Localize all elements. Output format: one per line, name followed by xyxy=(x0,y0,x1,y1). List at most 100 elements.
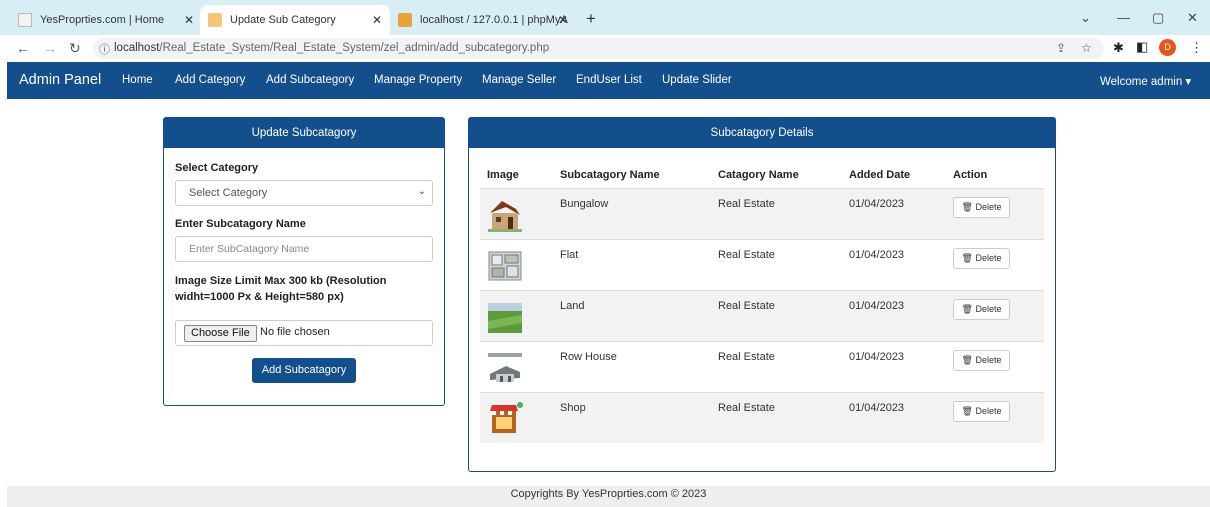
browser-tab-title: YesProprties.com | Home xyxy=(40,14,165,26)
category-name-cell: Real Estate xyxy=(718,198,775,210)
site-favicon-icon xyxy=(18,13,32,27)
no-file-text: No file chosen xyxy=(260,326,330,338)
category-label: Select Category xyxy=(175,162,259,174)
delete-button[interactable]: 🗑 Delete xyxy=(953,350,1010,371)
nav-manage-property[interactable]: Manage Property xyxy=(374,74,462,86)
flat-thumbnail xyxy=(488,251,522,281)
added-date-cell: 01/04/2023 xyxy=(849,300,905,312)
subcategory-name-cell: Shop xyxy=(560,402,586,414)
delete-label: Delete xyxy=(975,406,1002,416)
table-row: Land Real Estate 01/04/2023 🗑 Delete xyxy=(480,290,1044,341)
tab-search-chevron-icon[interactable]: ⌄ xyxy=(1080,10,1091,26)
table-row: Row House Real Estate 01/04/2023 🗑 Delet… xyxy=(480,341,1044,392)
reload-icon[interactable]: ↻ xyxy=(69,40,81,57)
choose-file-button[interactable]: Choose File xyxy=(184,325,257,342)
column-header-image: Image xyxy=(487,169,519,181)
table-row: Shop Real Estate 01/04/2023 🗑 Delete xyxy=(480,392,1044,443)
bookmark-star-icon[interactable]: ☆ xyxy=(1081,41,1092,55)
delete-button[interactable]: 🗑 Delete xyxy=(953,197,1010,218)
side-panel-icon[interactable]: ◧ xyxy=(1136,39,1148,55)
subcategory-name-cell: Flat xyxy=(560,249,579,261)
subcategory-name-cell: Bungalow xyxy=(560,198,609,210)
address-url: localhost/Real_Estate_System/Real_Estate… xyxy=(114,42,549,54)
added-date-cell: 01/04/2023 xyxy=(849,402,905,414)
category-name-cell: Real Estate xyxy=(718,351,775,363)
nav-manage-seller[interactable]: Manage Seller xyxy=(482,74,556,86)
trash-icon: 🗑 xyxy=(961,355,973,365)
nav-update-slider[interactable]: Update Slider xyxy=(662,74,732,86)
site-info-icon[interactable]: ⓘ xyxy=(99,41,110,57)
trash-icon: 🗑 xyxy=(961,406,973,416)
phpmyadmin-favicon-icon xyxy=(398,13,412,27)
extensions-puzzle-icon[interactable]: ✱ xyxy=(1113,40,1124,56)
admin-navbar: Admin Panel Home Add Category Add Subcat… xyxy=(7,62,1210,99)
row-house-thumbnail xyxy=(488,353,522,382)
profile-avatar[interactable]: D xyxy=(1159,39,1176,56)
share-icon[interactable]: ⇪ xyxy=(1056,41,1066,55)
close-window-icon[interactable]: ✕ xyxy=(1187,10,1198,26)
category-name-cell: Real Estate xyxy=(718,402,775,414)
delete-label: Delete xyxy=(975,202,1002,212)
restore-icon[interactable]: ▢ xyxy=(1152,10,1164,26)
image-size-label-line2: widht=1000 Px & Height=580 px) xyxy=(175,291,344,303)
chevron-down-icon: ⌄ xyxy=(417,186,426,197)
new-tab-icon[interactable]: + xyxy=(586,9,596,29)
update-subcategory-panel: Update Subcatagory Select Category Selec… xyxy=(163,117,445,406)
subcategory-name-placeholder: Enter SubCatagory Name xyxy=(189,243,310,255)
image-size-label-line1: Image Size Limit Max 300 kb (Resolution xyxy=(175,275,387,287)
nav-add-subcategory[interactable]: Add Subcategory xyxy=(266,74,354,86)
browser-tab-title: Update Sub Category xyxy=(230,14,336,26)
back-arrow-icon[interactable]: ← xyxy=(16,40,30,56)
minimize-icon[interactable]: — xyxy=(1117,10,1130,25)
browser-tab-update-sub-category[interactable]: Update Sub Category ✕ xyxy=(200,5,390,35)
address-bar[interactable]: ⓘ localhost/Real_Estate_System/Real_Esta… xyxy=(93,38,1104,59)
forward-arrow-icon[interactable]: → xyxy=(43,40,57,56)
category-select-value: Select Category xyxy=(189,187,268,199)
column-header-category-name: Catagory Name xyxy=(718,169,799,181)
shop-thumbnail xyxy=(490,402,523,433)
site-favicon-icon xyxy=(208,13,222,27)
delete-label: Delete xyxy=(975,304,1002,314)
added-date-cell: 01/04/2023 xyxy=(849,351,905,363)
column-header-action: Action xyxy=(953,169,988,181)
nav-add-category[interactable]: Add Category xyxy=(175,74,245,86)
close-tab-icon[interactable]: ✕ xyxy=(184,13,194,27)
image-file-input[interactable]: Choose File No file chosen xyxy=(175,320,433,346)
browser-tab-phpmyadmin[interactable]: localhost / 127.0.0.1 | phpMyAdm ✕ xyxy=(398,5,578,35)
address-bar-row: ← → ↻ ⓘ localhost/Real_Estate_System/Rea… xyxy=(0,35,1210,62)
close-tab-icon[interactable]: ✕ xyxy=(558,13,568,27)
add-subcategory-button[interactable]: Add Subcatagory xyxy=(252,358,356,383)
close-tab-icon[interactable]: ✕ xyxy=(372,13,382,27)
delete-label: Delete xyxy=(975,355,1002,365)
trash-icon: 🗑 xyxy=(961,253,973,263)
delete-button[interactable]: 🗑 Delete xyxy=(953,401,1010,422)
subcategory-name-cell: Row House xyxy=(560,351,617,363)
land-thumbnail xyxy=(488,303,522,333)
delete-button[interactable]: 🗑 Delete xyxy=(953,248,1010,269)
column-header-subcategory-name: Subcatagory Name xyxy=(560,169,660,181)
bungalow-thumbnail xyxy=(488,201,522,232)
panel-title: Update Subcatagory xyxy=(164,118,444,148)
profile-initial: D xyxy=(1164,42,1171,52)
browser-tab-strip: YesProprties.com | Home ✕ Update Sub Cat… xyxy=(0,0,1210,35)
added-date-cell: 01/04/2023 xyxy=(849,198,905,210)
trash-icon: 🗑 xyxy=(961,304,973,314)
nav-home[interactable]: Home xyxy=(122,74,153,86)
navbar-brand[interactable]: Admin Panel xyxy=(19,72,101,88)
url-path: /Real_Estate_System/Real_Estate_System/z… xyxy=(159,42,550,54)
url-host: localhost xyxy=(114,42,160,54)
menu-kebab-icon[interactable]: ⋮ xyxy=(1190,40,1203,56)
subcategory-name-input[interactable]: Enter SubCatagory Name xyxy=(175,236,433,262)
added-date-cell: 01/04/2023 xyxy=(849,249,905,261)
category-select[interactable]: Select Category ⌄ xyxy=(175,180,433,206)
subcategory-name-label: Enter Subcatagory Name xyxy=(175,218,306,230)
welcome-admin-dropdown[interactable]: Welcome admin ▾ xyxy=(1100,74,1191,88)
delete-button[interactable]: 🗑 Delete xyxy=(953,299,1010,320)
browser-tab-home[interactable]: YesProprties.com | Home ✕ xyxy=(18,5,198,35)
category-name-cell: Real Estate xyxy=(718,300,775,312)
trash-icon: 🗑 xyxy=(961,202,973,212)
column-header-added-date: Added Date xyxy=(849,169,911,181)
table-row: Bungalow Real Estate 01/04/2023 🗑 Delete xyxy=(480,188,1044,239)
nav-enduser-list[interactable]: EndUser List xyxy=(576,74,642,86)
delete-label: Delete xyxy=(975,253,1002,263)
